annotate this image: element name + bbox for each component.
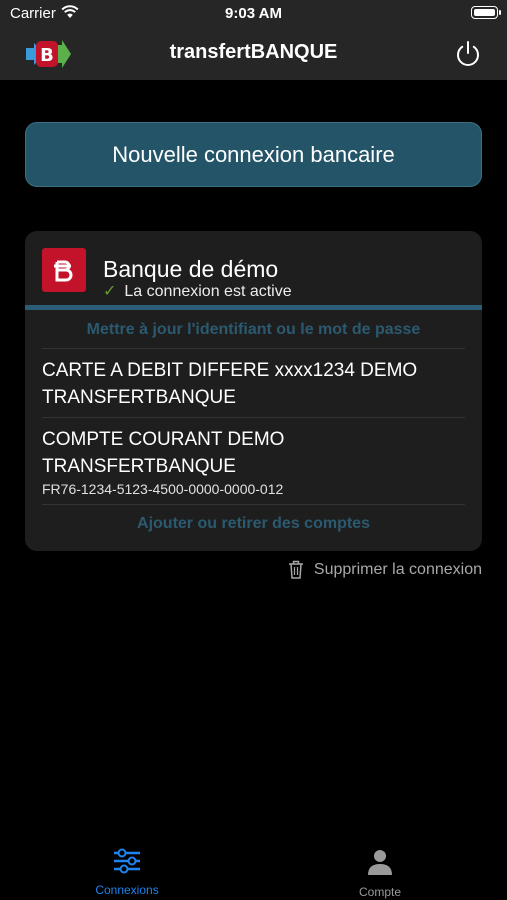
trash-icon xyxy=(288,560,303,579)
app-title: transfertBANQUE xyxy=(169,41,338,63)
delete-connection-button[interactable]: Supprimer la connexion xyxy=(288,560,482,579)
battery-icon xyxy=(471,6,501,19)
account-iban: FR76-1234-5123-4500-0000-0000-012 xyxy=(42,481,284,497)
power-icon[interactable] xyxy=(453,39,483,69)
separator xyxy=(42,504,465,505)
account-item[interactable]: COMPTE COURANT DEMO TRANSFERTBANQUE FR76… xyxy=(42,426,465,498)
card-divider xyxy=(25,305,482,310)
manage-accounts-link[interactable]: Ajouter ou retirer des comptes xyxy=(25,515,482,533)
tab-compte-label: Compte xyxy=(358,885,402,899)
bank-logo-icon xyxy=(42,248,86,292)
person-icon xyxy=(368,850,392,875)
tab-connexions[interactable]: Connexions xyxy=(47,848,207,897)
sliders-icon xyxy=(114,848,140,874)
separator xyxy=(42,348,465,349)
nav-bar: B transfertBANQUE xyxy=(0,28,507,80)
connection-status: ✓ La connexion est active xyxy=(103,281,292,301)
account-name: CARTE A DEBIT DIFFERE xxxx1234 DEMO TRAN… xyxy=(42,360,418,408)
clock: 9:03 AM xyxy=(225,5,282,22)
account-item[interactable]: CARTE A DEBIT DIFFERE xxxx1234 DEMO TRAN… xyxy=(42,357,465,411)
new-connection-button[interactable]: Nouvelle connexion bancaire xyxy=(25,122,482,187)
bank-connection-card: Banque de démo ✓ La connexion est active … xyxy=(25,231,482,551)
tab-compte[interactable]: Compte xyxy=(300,848,460,899)
tab-connexions-label: Connexions xyxy=(95,883,159,897)
tab-bar: Connexions Compte xyxy=(0,838,507,900)
update-credentials-link[interactable]: Mettre à jour l'identifiant ou le mot de… xyxy=(25,321,482,339)
separator xyxy=(42,417,465,418)
delete-connection-label: Supprimer la connexion xyxy=(313,560,482,578)
connection-status-text: La connexion est active xyxy=(124,283,292,300)
status-bar: Carrier 9:03 AM xyxy=(0,0,507,28)
check-icon: ✓ xyxy=(103,283,117,300)
bank-name: Banque de démo xyxy=(103,256,279,282)
account-name: COMPTE COURANT DEMO TRANSFERTBANQUE xyxy=(42,429,285,477)
